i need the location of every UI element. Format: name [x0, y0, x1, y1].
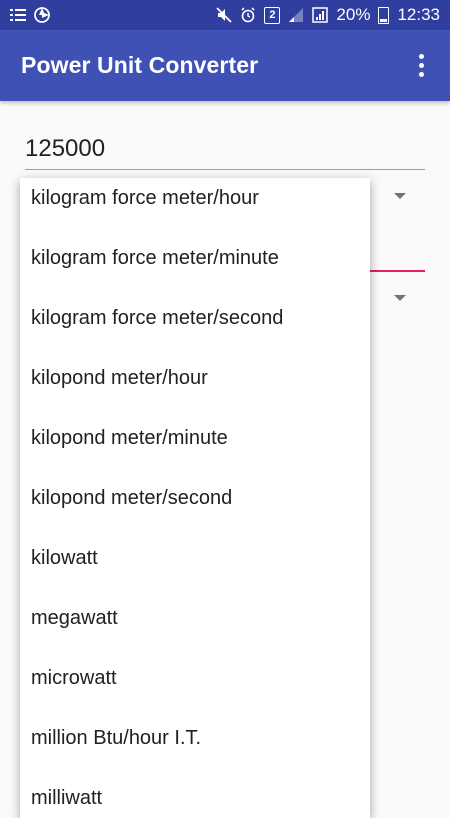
- signal-icon: [312, 7, 329, 23]
- unit-option[interactable]: microwatt: [20, 648, 370, 708]
- value-input[interactable]: [25, 132, 425, 170]
- alarm-icon: [240, 7, 256, 23]
- status-left: [10, 7, 50, 23]
- unit-option[interactable]: milliwatt: [20, 768, 370, 818]
- unit-options: kilogram force meter/hour kilogram force …: [20, 178, 370, 818]
- clock: 12:33: [397, 5, 440, 24]
- app-bar: Power Unit Converter: [0, 30, 450, 101]
- unit-option[interactable]: kilogram force meter/hour: [20, 178, 370, 228]
- unit-option[interactable]: kilogram force meter/minute: [20, 228, 370, 288]
- status-bar: 2 20% 12:33: [0, 0, 450, 30]
- unit-option[interactable]: kilopond meter/minute: [20, 408, 370, 468]
- list-notification-icon: [10, 8, 26, 22]
- shutter-icon: [34, 7, 50, 23]
- unit-option[interactable]: kilopond meter/second: [20, 468, 370, 528]
- overflow-menu-icon[interactable]: [413, 48, 430, 83]
- unit-option[interactable]: kilopond meter/hour: [20, 348, 370, 408]
- battery-icon: [378, 6, 390, 24]
- unit-option[interactable]: million Btu/hour I.T.: [20, 708, 370, 768]
- status-right: 2 20% 12:33: [216, 5, 440, 25]
- signal-weak-icon: [288, 7, 304, 23]
- unit-option[interactable]: megawatt: [20, 588, 370, 648]
- battery-percent: 20%: [336, 5, 371, 24]
- mute-icon: [216, 7, 233, 23]
- from-unit-dropdown-arrow-icon[interactable]: [394, 193, 406, 199]
- sim-badge: 2: [264, 6, 281, 24]
- unit-option[interactable]: kilowatt: [20, 528, 370, 588]
- unit-option[interactable]: kilogram force meter/second: [20, 288, 370, 348]
- unit-dropdown-list[interactable]: kilogram force meter/hour kilogram force …: [20, 178, 370, 818]
- result-field-underline: [370, 270, 425, 272]
- to-unit-dropdown-arrow-icon[interactable]: [394, 295, 406, 301]
- app-title: Power Unit Converter: [21, 52, 259, 78]
